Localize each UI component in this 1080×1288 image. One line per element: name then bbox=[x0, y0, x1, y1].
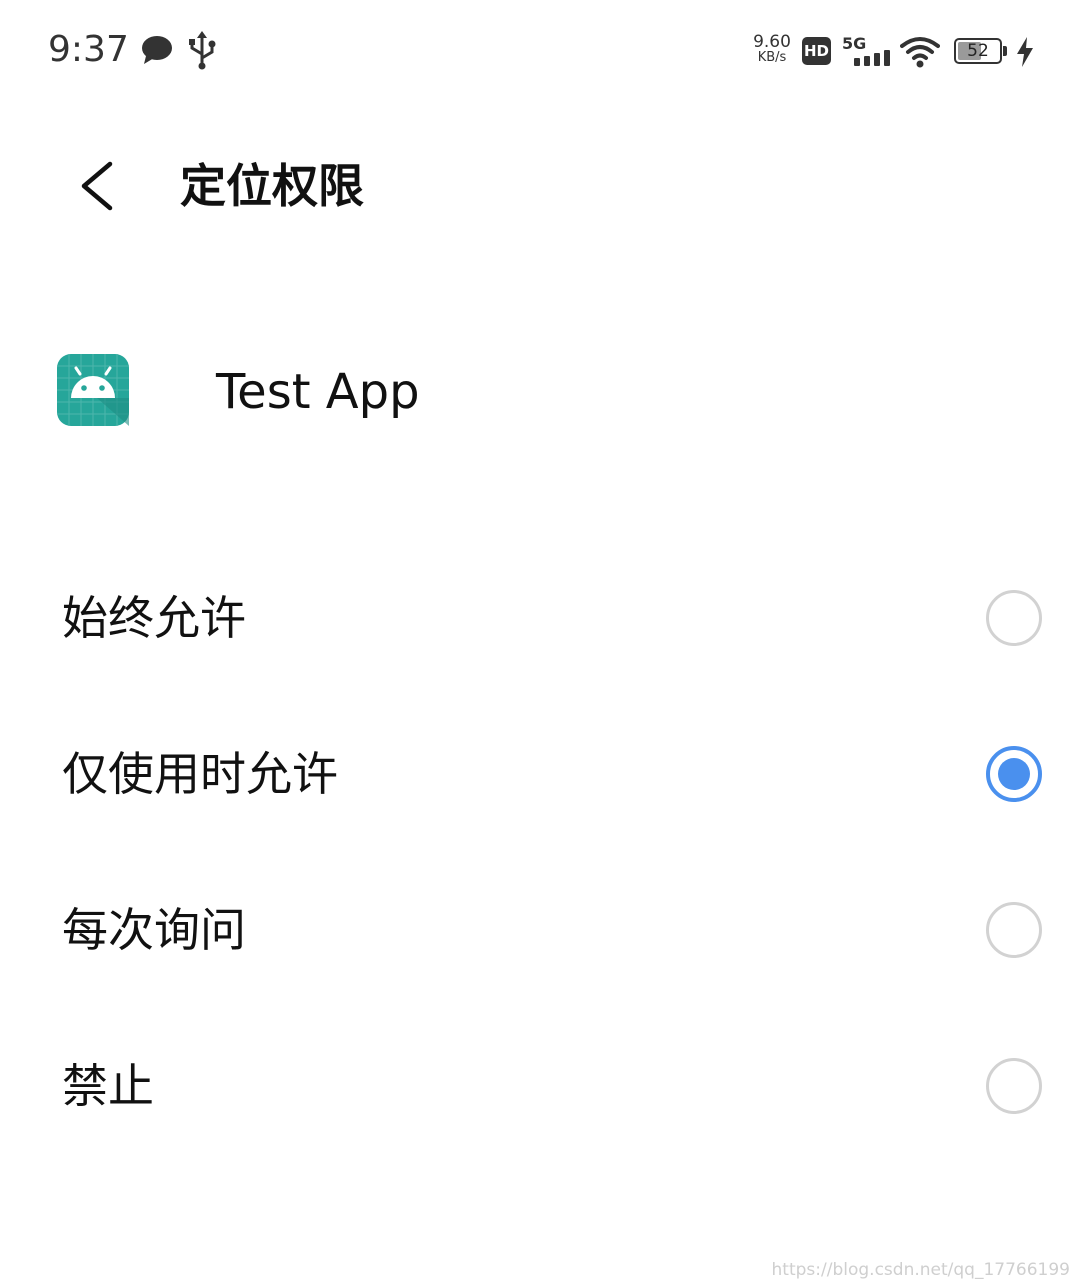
android-robot-icon bbox=[57, 354, 129, 426]
charging-bolt-icon bbox=[1014, 36, 1036, 72]
option-label: 仅使用时允许 bbox=[62, 747, 338, 801]
option-label: 每次询问 bbox=[62, 903, 246, 957]
battery-cap bbox=[1003, 46, 1007, 56]
network-speed: 9.60 KB/s bbox=[748, 33, 796, 65]
network-speed-unit: KB/s bbox=[757, 50, 787, 65]
page-title: 定位权限 bbox=[180, 159, 364, 213]
usb-icon bbox=[188, 30, 216, 74]
network-speed-value: 9.60 bbox=[753, 32, 791, 52]
chat-bubble-icon bbox=[140, 34, 174, 70]
status-bar: 9:37 9.60 KB/s HD 5G 52 bbox=[0, 0, 1080, 100]
hd-icon: HD bbox=[802, 37, 831, 65]
radio-button[interactable] bbox=[986, 1058, 1042, 1114]
radio-button[interactable] bbox=[986, 902, 1042, 958]
status-time: 9:37 bbox=[48, 29, 129, 70]
wifi-icon bbox=[900, 36, 940, 72]
app-name: Test App bbox=[216, 364, 420, 420]
option-deny[interactable]: 禁止 bbox=[0, 1026, 1080, 1146]
battery-level: 52 bbox=[967, 41, 989, 61]
option-label: 始终允许 bbox=[62, 591, 246, 645]
option-always-allow[interactable]: 始终允许 bbox=[0, 558, 1080, 678]
signal-icon bbox=[852, 50, 892, 70]
battery-icon: 52 bbox=[954, 38, 1002, 64]
option-label: 禁止 bbox=[62, 1059, 154, 1113]
radio-button[interactable] bbox=[986, 590, 1042, 646]
watermark: https://blog.csdn.net/qq_17766199 bbox=[771, 1260, 1070, 1280]
option-allow-while-using[interactable]: 仅使用时允许 bbox=[0, 714, 1080, 834]
chevron-left-icon bbox=[81, 161, 113, 211]
radio-button-selected[interactable] bbox=[986, 746, 1042, 802]
option-ask-every-time[interactable]: 每次询问 bbox=[0, 870, 1080, 990]
back-button[interactable] bbox=[66, 150, 130, 222]
